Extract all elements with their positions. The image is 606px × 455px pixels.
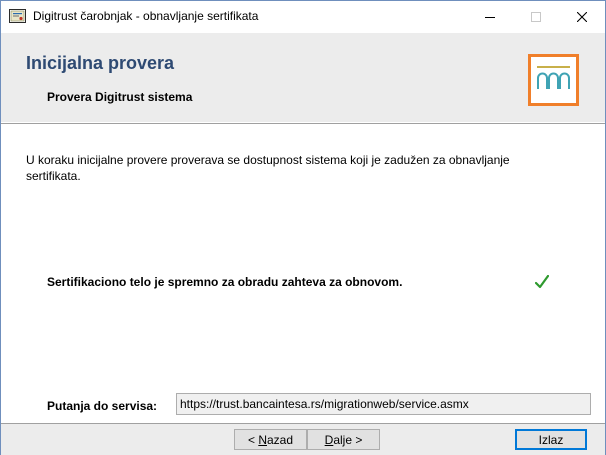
page-subtitle: Provera Digitrust sistema: [47, 90, 193, 104]
title-bar[interactable]: Digitrust čarobnjak - obnavljanje sertif…: [1, 1, 605, 32]
digitrust-logo-icon: [528, 54, 579, 106]
intro-text: U koraku inicijalne provere proverava se…: [26, 153, 510, 183]
checkmark-icon: [535, 275, 549, 289]
back-label-rest: azad: [266, 432, 294, 447]
page-title: Inicijalna provera: [26, 53, 175, 73]
next-label-rest: alje >: [333, 432, 363, 447]
back-button[interactable]: < Nazad: [234, 429, 307, 450]
close-button[interactable]: [559, 1, 605, 32]
service-path-label: Putanja do servisa:: [47, 399, 158, 413]
certificate-app-icon: [9, 9, 26, 23]
window-title: Digitrust čarobnjak - obnavljanje sertif…: [33, 9, 259, 23]
header-divider: [1, 123, 605, 125]
minimize-icon: [485, 16, 495, 18]
service-path-field[interactable]: [176, 393, 591, 415]
wizard-header: Inicijalna provera Provera Digitrust sis…: [1, 33, 605, 122]
wizard-window: Digitrust čarobnjak - obnavljanje sertif…: [0, 0, 606, 455]
next-button[interactable]: Dalje >: [307, 429, 380, 450]
next-hotkey: D: [324, 432, 334, 447]
back-hotkey: N: [258, 432, 267, 447]
minimize-button[interactable]: [467, 1, 513, 32]
maximize-icon: [531, 11, 541, 22]
exit-button[interactable]: Izlaz: [515, 429, 587, 450]
wizard-footer: < Nazad Dalje > Izlaz: [1, 423, 605, 455]
close-icon: [577, 11, 587, 22]
back-prefix: <: [247, 432, 259, 447]
maximize-button[interactable]: [513, 1, 559, 32]
status-message: Sertifikaciono telo je spremno za obradu…: [47, 275, 403, 289]
